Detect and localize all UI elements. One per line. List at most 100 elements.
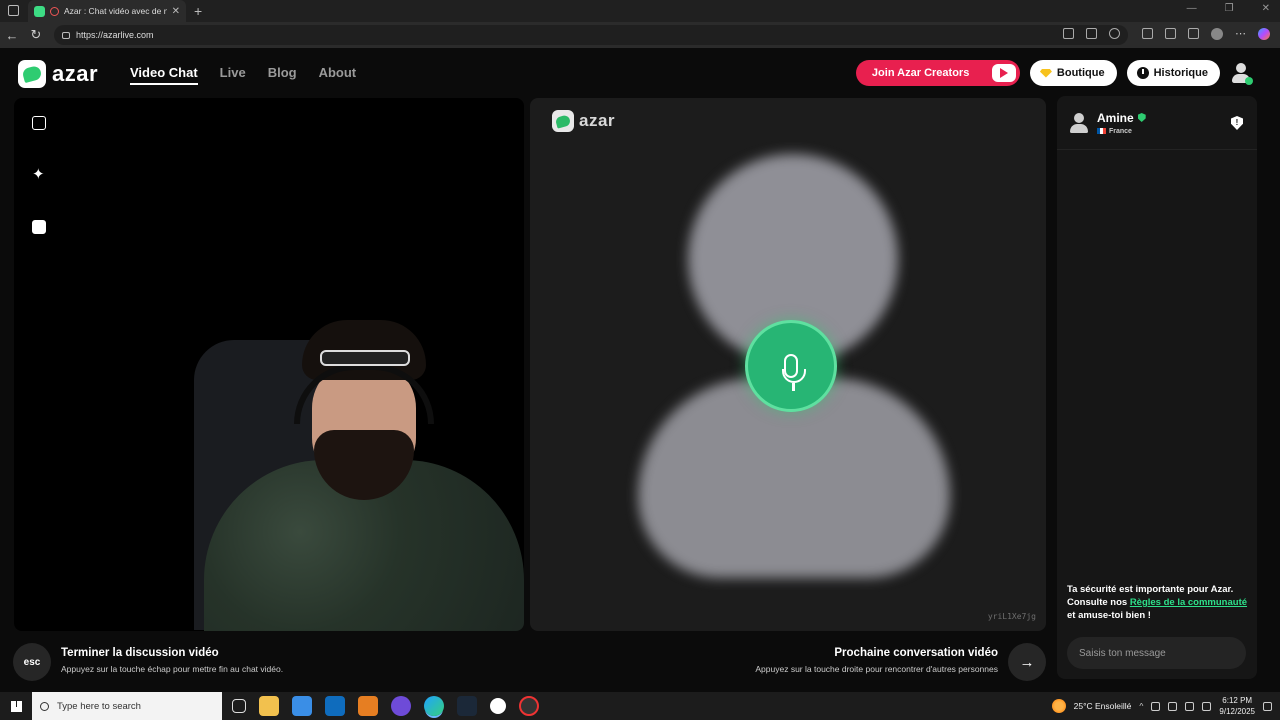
start-button[interactable] [0, 692, 32, 720]
discord-icon[interactable] [391, 696, 411, 716]
sidebar-toggle-icon[interactable] [8, 5, 19, 16]
browser-tab-bar: Azar : Chat vidéo avec de no ✕ + — ❐ ✕ [0, 0, 1280, 22]
azar-logo[interactable]: azar [18, 60, 98, 88]
gem-icon [1039, 68, 1052, 78]
next-chat-arrow-icon[interactable]: → [1008, 643, 1046, 681]
youtube-play-icon [991, 64, 1016, 82]
app-orange-icon[interactable] [358, 696, 378, 716]
file-explorer-icon[interactable] [259, 696, 279, 716]
peer-name-row: Amine [1097, 111, 1146, 125]
azar-favicon-icon [34, 5, 45, 17]
tray-expand-icon[interactable]: ^ [1139, 701, 1143, 711]
user-profile-icon[interactable] [1230, 62, 1253, 85]
close-window-icon[interactable]: ✕ [1262, 3, 1270, 14]
message-input[interactable] [1067, 637, 1246, 669]
azar-watermark: azar [552, 110, 615, 132]
peer-country: France [1109, 127, 1132, 135]
tab-title: Azar : Chat vidéo avec de no [64, 6, 167, 16]
search-icon [40, 701, 49, 711]
end-chat-button[interactable]: esc [13, 643, 51, 681]
copilot-icon[interactable] [1258, 27, 1270, 40]
task-view-icon[interactable] [232, 699, 246, 713]
lock-icon [62, 31, 70, 39]
historique-label: Historique [1153, 67, 1208, 79]
end-chat-title: Terminer la discussion vidéo [61, 647, 219, 659]
outlook-icon[interactable] [325, 696, 345, 716]
obs-icon[interactable] [490, 698, 506, 714]
pip-icon[interactable] [32, 116, 46, 130]
nav-blog[interactable]: Blog [268, 65, 297, 85]
edge-icon[interactable] [424, 696, 444, 716]
chat-panel: Amine France ! Ta sécurité est important… [1057, 96, 1257, 679]
app-record-icon[interactable] [519, 696, 539, 716]
favorites-icon[interactable] [1188, 28, 1199, 39]
sparkle-effects-icon[interactable]: ✦ [32, 167, 46, 182]
profile-icon[interactable] [1211, 27, 1223, 40]
taskbar-search-placeholder: Type here to search [57, 700, 141, 712]
safety-text-end: et amuse-toi bien ! [1067, 610, 1151, 621]
peer-avatar-icon[interactable] [1069, 111, 1089, 135]
store-icon[interactable] [292, 696, 312, 716]
webcam-feed-image [184, 320, 524, 631]
remote-video: azar yriL1Xe7jg [530, 98, 1046, 631]
watermark-logo-icon [552, 110, 574, 132]
nav-live[interactable]: Live [220, 65, 246, 85]
address-bar: ← ↻ https://azarlive.com ⋯ [0, 22, 1280, 48]
taskbar-clock[interactable]: 6:12 PM 9/12/2025 [1219, 695, 1255, 717]
end-chat-subtitle: Appuyez sur la touche échap pour mettre … [61, 664, 284, 674]
nav-about[interactable]: About [319, 65, 357, 85]
extensions-icon[interactable] [1142, 28, 1153, 39]
windows-taskbar: Type here to search 25°C Ensoleillé ^ 6:… [0, 692, 1280, 720]
weather-text[interactable]: 25°C Ensoleillé [1074, 701, 1132, 711]
tray-volume-icon[interactable] [1202, 701, 1212, 711]
peer-country-row: France [1097, 128, 1146, 135]
france-flag-icon [1097, 128, 1106, 134]
refresh-icon[interactable]: ↻ [24, 27, 48, 43]
taskbar-search[interactable]: Type here to search [32, 692, 222, 720]
clock-time: 6:12 PM [1222, 696, 1253, 705]
next-chat-info: Prochaine conversation vidéo Appuyez sur… [755, 647, 998, 674]
join-creators-button[interactable]: Join Azar Creators [855, 60, 1020, 86]
close-tab-icon[interactable]: ✕ [172, 6, 180, 17]
back-icon[interactable]: ← [0, 28, 24, 43]
join-creators-label: Join Azar Creators [871, 67, 970, 79]
next-chat-subtitle: Appuyez sur la touche droite pour rencon… [755, 664, 998, 674]
browser-tab[interactable]: Azar : Chat vidéo avec de no ✕ [28, 0, 186, 22]
tray-network-icon[interactable] [1185, 701, 1195, 711]
end-chat-info: Terminer la discussion vidéo Appuyez sur… [61, 647, 283, 674]
extensions: ⋯ [1142, 27, 1270, 40]
nav-video-chat[interactable]: Video Chat [130, 65, 198, 85]
report-shield-icon[interactable]: ! [1231, 116, 1243, 130]
boutique-button[interactable]: Boutique [1029, 60, 1117, 86]
steam-icon[interactable] [457, 696, 477, 716]
clock-icon [1136, 67, 1149, 79]
favorite-star-icon[interactable] [1109, 28, 1120, 39]
tray-mic-icon[interactable] [1168, 701, 1178, 711]
apps-icon[interactable] [1086, 28, 1097, 39]
main-nav: Video Chat Live Blog About [130, 65, 356, 85]
url-text: https://azarlive.com [76, 30, 154, 40]
new-tab-icon[interactable]: + [194, 3, 202, 19]
microphone-button[interactable] [745, 320, 837, 412]
boutique-label: Boutique [1056, 67, 1105, 79]
clock-date: 9/12/2025 [1219, 707, 1255, 716]
verified-shield-icon [1137, 113, 1146, 122]
more-icon[interactable]: ⋯ [1235, 27, 1246, 40]
brand-name: azar [52, 61, 99, 86]
peer-header: Amine France ! [1057, 96, 1257, 150]
header-actions: Join Azar Creators Boutique Historique [855, 60, 1253, 86]
url-actions [1063, 28, 1120, 39]
camera-icon[interactable] [1063, 28, 1074, 39]
minimize-icon[interactable]: — [1187, 3, 1197, 14]
tray-app-icon[interactable] [1151, 701, 1161, 711]
performance-icon[interactable] [1165, 28, 1176, 39]
windows-logo-icon [10, 700, 22, 712]
community-rules-link[interactable]: Règles de la communauté [1130, 597, 1247, 608]
notifications-icon[interactable] [1263, 701, 1272, 711]
session-id: yriL1Xe7jg [987, 612, 1036, 621]
recording-icon [50, 6, 59, 16]
maximize-icon[interactable]: ❐ [1225, 3, 1234, 14]
face-filter-icon[interactable] [32, 220, 46, 234]
historique-button[interactable]: Historique [1126, 60, 1220, 86]
url-field[interactable]: https://azarlive.com [54, 25, 1128, 45]
